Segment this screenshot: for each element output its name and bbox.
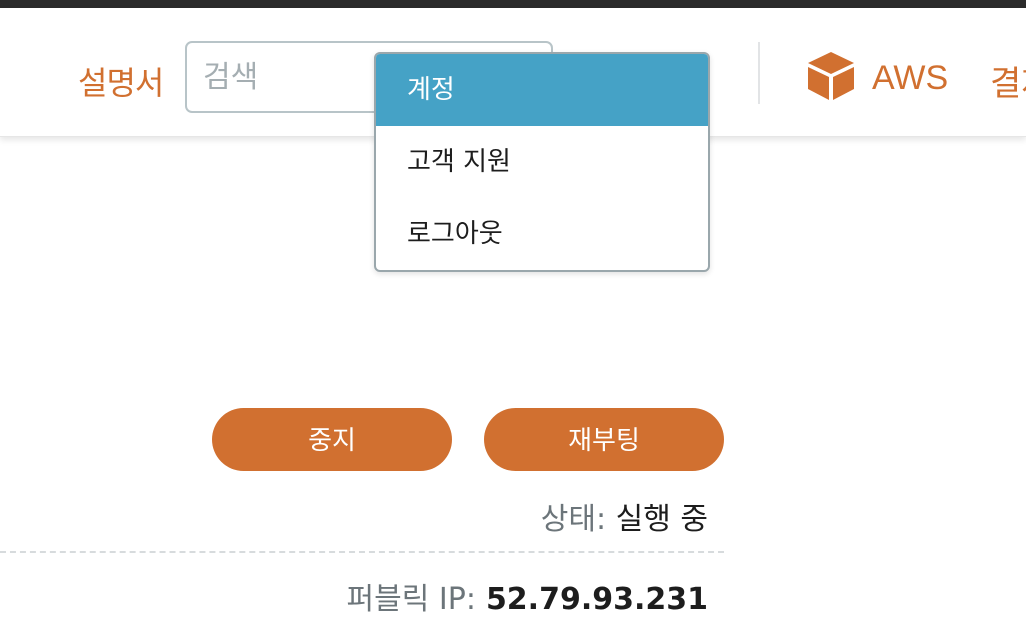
menu-item-account[interactable]: 계정 — [376, 54, 708, 126]
status-value: 실행 중 — [615, 502, 708, 537]
dashed-divider — [0, 551, 724, 553]
docs-link[interactable]: 설명서 — [78, 58, 164, 104]
top-bar — [0, 0, 1026, 8]
menu-item-logout[interactable]: 로그아웃 — [376, 198, 708, 270]
account-dropdown-menu: 계정 고객 지원 로그아웃 — [374, 52, 710, 272]
public-ip: 퍼블릭 IP: 52.79.93.231 — [347, 574, 708, 618]
aws-link[interactable]: AWS — [806, 52, 948, 104]
public-ip-value: 52.79.93.231 — [485, 582, 708, 617]
reboot-button[interactable]: 재부팅 — [484, 408, 724, 471]
menu-item-support[interactable]: 고객 지원 — [376, 126, 708, 198]
public-ip-label: 퍼블릭 IP: — [346, 582, 476, 617]
stop-button[interactable]: 중지 — [212, 408, 452, 471]
header-divider — [758, 42, 760, 104]
status-label: 상태: — [540, 502, 607, 537]
aws-label: AWS — [872, 58, 949, 97]
instance-status: 상태: 실행 중 — [541, 494, 708, 538]
cube-icon — [806, 50, 856, 106]
billing-link[interactable]: 결제 — [990, 56, 1026, 105]
